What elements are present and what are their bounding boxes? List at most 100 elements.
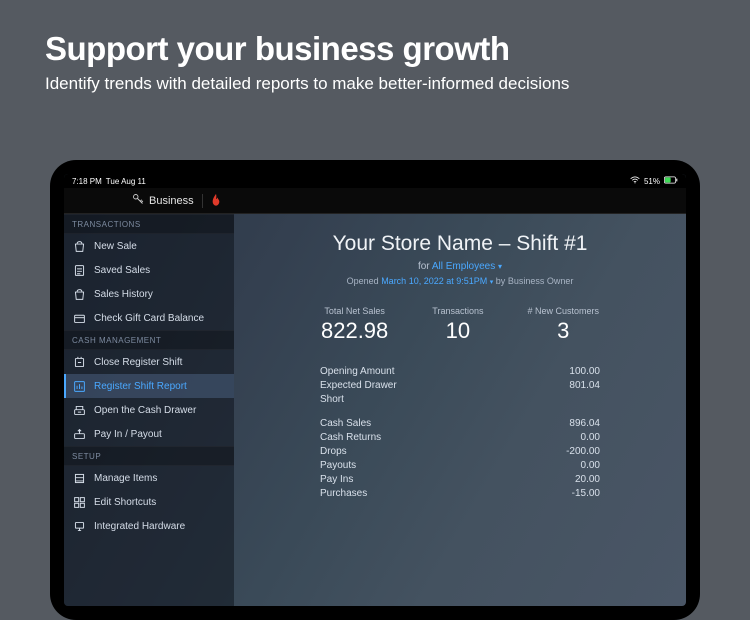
opened-prefix: Opened <box>347 276 379 286</box>
ledger-label: Payouts <box>320 460 356 471</box>
nav-label: Close Register Shift <box>94 357 182 368</box>
ledger-row: Drops -200.00 <box>320 444 600 458</box>
top-bar: Business <box>64 188 686 214</box>
nav-label: Register Shift Report <box>94 381 187 392</box>
ledger-value: 896.04 <box>569 418 600 429</box>
gift-card-icon <box>72 311 86 325</box>
status-time: 7:18 PM <box>72 177 102 186</box>
status-date: Tue Aug 11 <box>106 177 146 186</box>
nav-label: Saved Sales <box>94 265 150 276</box>
ledger-row: Short <box>320 392 600 406</box>
nav-open-drawer[interactable]: Open the Cash Drawer <box>64 398 234 422</box>
nav-close-register[interactable]: Close Register Shift <box>64 350 234 374</box>
for-target: All Employees <box>432 261 495 272</box>
stat-transactions: Transactions 10 <box>432 306 483 344</box>
section-setup: SETUP <box>64 446 234 466</box>
report-icon <box>72 379 86 393</box>
ledger-row: Cash Returns 0.00 <box>320 430 600 444</box>
nav-register-report[interactable]: Register Shift Report <box>64 374 234 398</box>
ledger-label: Cash Sales <box>320 418 371 429</box>
ledger-row: Expected Drawer 801.04 <box>320 378 600 392</box>
ledger-label: Cash Returns <box>320 432 381 443</box>
status-bar: 7:18 PM Tue Aug 11 51% <box>64 174 686 188</box>
stat-label: Transactions <box>432 306 483 316</box>
drawer-icon <box>72 403 86 417</box>
ledger-label: Pay Ins <box>320 474 353 485</box>
opened-date: March 10, 2022 at 9:51PM <box>381 276 487 286</box>
nav-label: Manage Items <box>94 473 157 484</box>
clipboard-icon <box>72 263 86 277</box>
summary-stats: Total Net Sales 822.98 Transactions 10 #… <box>258 306 662 344</box>
hero-title: Support your business growth <box>45 30 705 68</box>
tablet-frame: 7:18 PM Tue Aug 11 51% Business <box>50 160 700 620</box>
stat-value: 3 <box>527 318 599 344</box>
nav-edit-shortcuts[interactable]: Edit Shortcuts <box>64 490 234 514</box>
nav-label: Open the Cash Drawer <box>94 405 196 416</box>
report-panel: Your Store Name – Shift #1 for All Emplo… <box>234 214 686 606</box>
nav-saved-sales[interactable]: Saved Sales <box>64 258 234 282</box>
business-label: Business <box>149 195 194 207</box>
nav-integrated-hw[interactable]: Integrated Hardware <box>64 514 234 538</box>
nav-label: Pay In / Payout <box>94 429 162 440</box>
battery-icon <box>664 176 678 186</box>
stat-label: Total Net Sales <box>321 306 388 316</box>
status-battery-text: 51% <box>644 177 660 186</box>
ledger-row: Purchases -15.00 <box>320 486 600 500</box>
opened-by: Business Owner <box>508 276 574 286</box>
wifi-icon <box>630 176 640 186</box>
ledger-value: -200.00 <box>566 446 600 457</box>
for-line[interactable]: for All Employees ▾ <box>258 261 662 272</box>
ledger-value: -15.00 <box>572 488 600 499</box>
ledger-label: Expected Drawer <box>320 380 397 391</box>
hero-subtitle: Identify trends with detailed reports to… <box>45 74 705 94</box>
section-transactions: TRANSACTIONS <box>64 214 234 234</box>
ledger-label: Short <box>320 394 344 405</box>
stat-value: 822.98 <box>321 318 388 344</box>
topbar-divider <box>202 194 203 208</box>
nav-label: Edit Shortcuts <box>94 497 156 508</box>
nav-sales-history[interactable]: Sales History <box>64 282 234 306</box>
nav-check-gift[interactable]: Check Gift Card Balance <box>64 306 234 330</box>
hardware-icon <box>72 519 86 533</box>
stat-net-sales: Total Net Sales 822.98 <box>321 306 388 344</box>
ledger-label: Opening Amount <box>320 366 395 377</box>
stat-label: # New Customers <box>527 306 599 316</box>
ledger-value: 100.00 <box>569 366 600 377</box>
ledger-value: 20.00 <box>575 474 600 485</box>
stat-value: 10 <box>432 318 483 344</box>
chevron-down-icon: ▾ <box>498 262 502 271</box>
ledger-value: 0.00 <box>581 432 600 443</box>
ledger-row: Pay Ins 20.00 <box>320 472 600 486</box>
close-register-icon <box>72 355 86 369</box>
ledger-row: Opening Amount 100.00 <box>320 364 600 378</box>
key-icon <box>132 193 144 208</box>
ledger-label: Purchases <box>320 488 367 499</box>
bag-history-icon <box>72 287 86 301</box>
business-menu[interactable]: Business <box>132 193 194 208</box>
nav-pay-in-out[interactable]: Pay In / Payout <box>64 422 234 446</box>
stat-new-customers: # New Customers 3 <box>527 306 599 344</box>
nav-label: Sales History <box>94 289 153 300</box>
nav-new-sale[interactable]: New Sale <box>64 234 234 258</box>
for-prefix: for <box>418 261 430 272</box>
ledger-label: Drops <box>320 446 347 457</box>
bag-icon <box>72 239 86 253</box>
shortcuts-icon <box>72 495 86 509</box>
section-cash-management: CASH MANAGEMENT <box>64 330 234 350</box>
sidebar: TRANSACTIONS New Sale Saved Sales Sales … <box>64 214 234 606</box>
flame-icon <box>211 194 221 208</box>
ledger-value: 0.00 <box>581 460 600 471</box>
payinout-icon <box>72 427 86 441</box>
items-icon <box>72 471 86 485</box>
ledger-value: 801.04 <box>569 380 600 391</box>
ledger-table: Opening Amount 100.00 Expected Drawer 801.0… <box>320 364 600 500</box>
chevron-down-icon: ▾ <box>490 279 494 286</box>
nav-label: New Sale <box>94 241 137 252</box>
store-title: Your Store Name – Shift #1 <box>258 232 662 256</box>
nav-manage-items[interactable]: Manage Items <box>64 466 234 490</box>
screen: 7:18 PM Tue Aug 11 51% Business <box>64 174 686 606</box>
nav-label: Integrated Hardware <box>94 521 185 532</box>
ledger-row: Cash Sales 896.04 <box>320 416 600 430</box>
opened-line[interactable]: Opened March 10, 2022 at 9:51PM ▾ by Bus… <box>258 276 662 286</box>
opened-by-prefix: by <box>496 276 506 286</box>
